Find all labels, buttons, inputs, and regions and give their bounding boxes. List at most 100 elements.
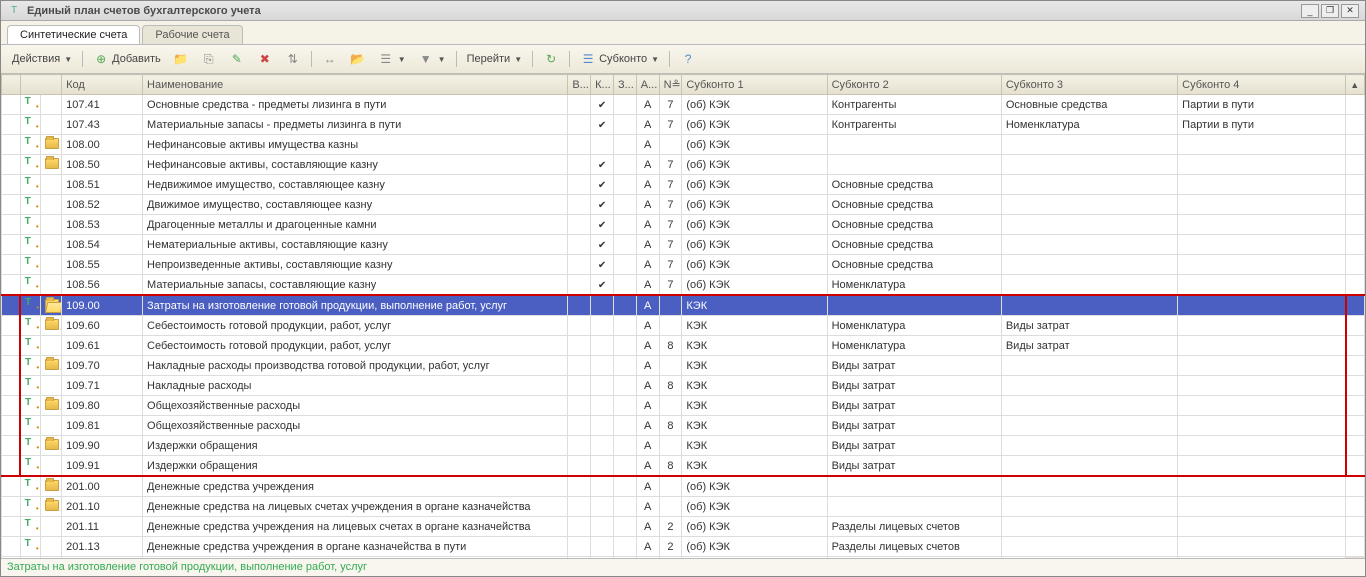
cell-sub3: Номенклатура: [1001, 115, 1177, 135]
cell-sub3: Виды затрат: [1001, 336, 1177, 356]
close-button[interactable]: ✕: [1341, 4, 1359, 18]
move-button[interactable]: ↔: [317, 48, 343, 70]
cell-n: 7: [659, 215, 682, 235]
tab-synthetic-accounts[interactable]: Синтетические счета: [7, 25, 140, 44]
cell-sub4: [1178, 396, 1346, 416]
table-row[interactable]: 108.51Недвижимое имущество, составляющее…: [2, 175, 1365, 195]
cell-name: Накладные расходы: [143, 376, 568, 396]
edit-button[interactable]: ✎: [224, 48, 250, 70]
table-row[interactable]: 108.54Нематериальные активы, составляющи…: [2, 235, 1365, 255]
sort-button[interactable]: ☰▼: [373, 48, 411, 70]
cell-sub4: [1178, 557, 1346, 559]
cell-code: 201.13: [62, 537, 143, 557]
cell-z: [613, 517, 636, 537]
scroll-down[interactable]: ▼: [1346, 557, 1365, 559]
table-row[interactable]: 109.80Общехозяйственные расходыАКЭКВиды …: [2, 396, 1365, 416]
col-z[interactable]: З...: [613, 75, 636, 95]
table-row[interactable]: 109.90Издержки обращенияАКЭКВиды затрат: [2, 436, 1365, 456]
actions-button[interactable]: Действия▼: [7, 50, 77, 68]
cell-k: [591, 295, 614, 316]
cell-v: [568, 537, 591, 557]
col-v[interactable]: В...: [568, 75, 591, 95]
cell-code: 109.91: [62, 456, 143, 477]
table-row[interactable]: 109.60Себестоимость готовой продукции, р…: [2, 316, 1365, 336]
table-row[interactable]: 108.52Движимое имущество, составляющее к…: [2, 195, 1365, 215]
table-row[interactable]: 109.61Себестоимость готовой продукции, р…: [2, 336, 1365, 356]
table-row[interactable]: 109.00Затраты на изготовление готовой пр…: [2, 295, 1365, 316]
cell-a: А: [636, 275, 659, 296]
add-group-button[interactable]: 📁: [168, 48, 194, 70]
add-button[interactable]: ⊕Добавить: [88, 48, 166, 70]
cell-v: [568, 115, 591, 135]
col-marker[interactable]: [2, 75, 21, 95]
cell-name: Материальные запасы, составляющие казну: [143, 275, 568, 296]
row-type-icon: [25, 539, 39, 551]
tab-working-accounts[interactable]: Рабочие счета: [142, 25, 242, 44]
table-row[interactable]: 109.81Общехозяйственные расходыА8КЭКВиды…: [2, 416, 1365, 436]
col-sub1[interactable]: Субконто 1: [682, 75, 827, 95]
table-row[interactable]: 108.53Драгоценные металлы и драгоценные …: [2, 215, 1365, 235]
col-a[interactable]: А...: [636, 75, 659, 95]
scroll-up[interactable]: ▲: [1346, 75, 1365, 95]
cell-code: 201.10: [62, 497, 143, 517]
cell-sub1: (об) КЭК: [682, 476, 827, 497]
help-button[interactable]: ?: [675, 48, 701, 70]
maximize-button[interactable]: ❐: [1321, 4, 1339, 18]
cell-code: 109.00: [62, 295, 143, 316]
grid-area[interactable]: Код Наименование В... К... З... А... N≗.…: [1, 74, 1365, 558]
table-row[interactable]: 108.55Непроизведенные активы, составляющ…: [2, 255, 1365, 275]
table-row[interactable]: 109.71Накладные расходыА8КЭКВиды затрат: [2, 376, 1365, 396]
table-row[interactable]: 109.70Накладные расходы производства гот…: [2, 356, 1365, 376]
copy-button[interactable]: ⎘: [196, 48, 222, 70]
table-row[interactable]: 201.11Денежные средства учреждения на ли…: [2, 517, 1365, 537]
cell-n: 2: [659, 517, 682, 537]
col-sub4[interactable]: Субконто 4: [1178, 75, 1346, 95]
col-name[interactable]: Наименование: [143, 75, 568, 95]
cell-a: А: [636, 416, 659, 436]
col-n[interactable]: N≗...: [659, 75, 682, 95]
cell-z: [613, 537, 636, 557]
col-icon[interactable]: [20, 75, 61, 95]
table-row[interactable]: 108.00Нефинансовые активы имущества казн…: [2, 135, 1365, 155]
cell-v: [568, 336, 591, 356]
goto-button[interactable]: Перейти▼: [462, 50, 528, 68]
window: Т Единый план счетов бухгалтерского учет…: [0, 0, 1366, 577]
filter-button[interactable]: ▼▼: [413, 48, 451, 70]
cell-name: Издержки обращения: [143, 436, 568, 456]
table-row[interactable]: 108.56Материальные запасы, составляющие …: [2, 275, 1365, 296]
delete-button[interactable]: ✖: [252, 48, 278, 70]
table-row[interactable]: 109.91Издержки обращенияА8КЭКВиды затрат: [2, 456, 1365, 477]
folder-icon: [45, 158, 59, 169]
col-code[interactable]: Код: [62, 75, 143, 95]
table-row[interactable]: 201.13Денежные средства учреждения в орг…: [2, 537, 1365, 557]
cell-a: А: [636, 295, 659, 316]
col-sub3[interactable]: Субконто 3: [1001, 75, 1177, 95]
hierarchy-button[interactable]: ⇅: [280, 48, 306, 70]
cell-code: 108.52: [62, 195, 143, 215]
table-row[interactable]: 201.10Денежные средства на лицевых счета…: [2, 497, 1365, 517]
table-row[interactable]: 201.20Денежные средства на счетах учрежд…: [2, 557, 1365, 559]
table-row[interactable]: 201.00Денежные средства учрежденияА(об) …: [2, 476, 1365, 497]
cell-k: [591, 537, 614, 557]
table-row[interactable]: 107.41Основные средства - предметы лизин…: [2, 95, 1365, 115]
table-row[interactable]: 107.43Материальные запасы - предметы лиз…: [2, 115, 1365, 135]
minimize-button[interactable]: _: [1301, 4, 1319, 18]
subkonto-button[interactable]: ☰Субконто▼: [575, 48, 664, 70]
folder-icon: [45, 500, 59, 511]
folder-icon: [45, 439, 59, 450]
window-title: Единый план счетов бухгалтерского учета: [27, 5, 1301, 17]
table-row[interactable]: 108.50Нефинансовые активы, составляющие …: [2, 155, 1365, 175]
cell-z: [613, 456, 636, 477]
folder-button[interactable]: 📂: [345, 48, 371, 70]
cell-sub1: (об) КЭК: [682, 135, 827, 155]
cell-name: Движимое имущество, составляющее казну: [143, 195, 568, 215]
cell-sub3: [1001, 215, 1177, 235]
cell-sub3: [1001, 235, 1177, 255]
col-k[interactable]: К...: [591, 75, 614, 95]
refresh-button[interactable]: ↻: [538, 48, 564, 70]
row-type-icon: [25, 479, 39, 491]
cell-code: 108.00: [62, 135, 143, 155]
cell-k: ✔: [591, 175, 614, 195]
sort-icon: ☰: [378, 51, 394, 67]
col-sub2[interactable]: Субконто 2: [827, 75, 1001, 95]
